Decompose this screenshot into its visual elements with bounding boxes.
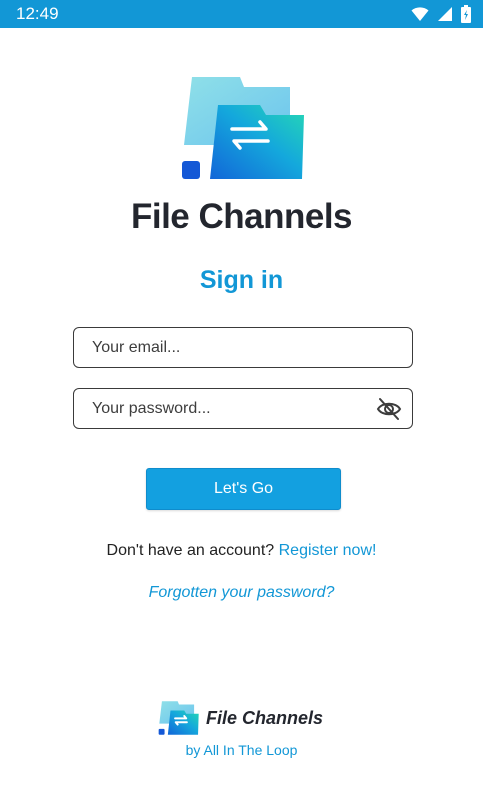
lets-go-button[interactable]: Let's Go: [146, 468, 341, 510]
password-input[interactable]: [74, 389, 412, 428]
status-bar: 12:49: [0, 0, 483, 28]
forgot-password-link[interactable]: Forgotten your password?: [0, 584, 483, 602]
password-field[interactable]: [73, 388, 413, 429]
register-prompt-text: Don't have an account?: [106, 542, 275, 559]
footer-byline: by All In The Loop: [185, 742, 298, 758]
status-time: 12:49: [16, 4, 59, 23]
folder-transfer-icon: [180, 75, 308, 181]
footer-brand-name: File Channels: [206, 707, 324, 728]
eye-off-icon[interactable]: [376, 397, 402, 421]
signal-icon: [437, 6, 453, 22]
battery-icon: [461, 5, 471, 23]
email-input[interactable]: [74, 328, 412, 367]
brand-title: File Channels: [130, 197, 353, 236]
folder-transfer-icon: [158, 700, 200, 736]
email-field[interactable]: [73, 327, 413, 368]
footer-brand: File Channels: [158, 700, 323, 736]
register-link[interactable]: Register now!: [279, 542, 377, 559]
status-icons: [411, 5, 471, 23]
page-title: Sign in: [199, 266, 284, 294]
wifi-icon: [411, 6, 429, 22]
register-prompt-line: Don't have an account? Register now!: [0, 542, 483, 560]
